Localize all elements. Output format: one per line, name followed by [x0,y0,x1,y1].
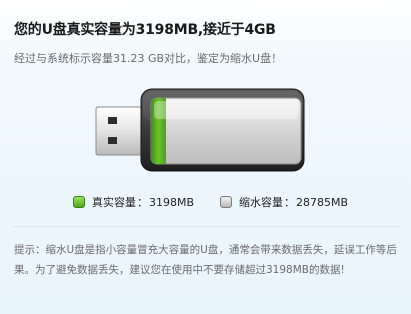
usb-drive-icon [94,87,306,173]
legend-real-capacity: 真实容量 ： 3198MB [73,194,194,210]
legend-separator: ： [137,196,148,209]
legend-expanded-capacity: 缩水容量 ： 28785MB [220,194,348,210]
capacity-result-panel: 您的U盘真实容量为3198MB,接近于4GB 经过与系统标示容量31.23 GB… [0,0,411,314]
capacity-legend: 真实容量 ： 3198MB 缩水容量 ： 28785MB [73,194,348,210]
legend-separator: ： [284,196,296,209]
real-capacity-value: 3198MB [149,195,195,209]
result-title: 您的U盘真实容量为3198MB,接近于4GB [14,22,276,38]
result-subtitle: 经过与系统标示容量31.23 GB对比，鉴定为缩水U盘！ [14,52,283,65]
real-capacity-label: 真实容量 [92,196,136,209]
usb-connector [95,106,145,156]
expanded-capacity-swatch [220,196,233,208]
expanded-capacity-value: 28785MB [296,195,349,209]
warning-tip: 提示：缩水U盘是指小容量冒充大容量的U盘，通常会带来数据丢失，延误工作等后果。为… [14,244,397,276]
real-capacity-swatch [73,196,85,208]
divider [12,226,399,227]
expanded-capacity-label: 缩水容量 [239,196,284,209]
